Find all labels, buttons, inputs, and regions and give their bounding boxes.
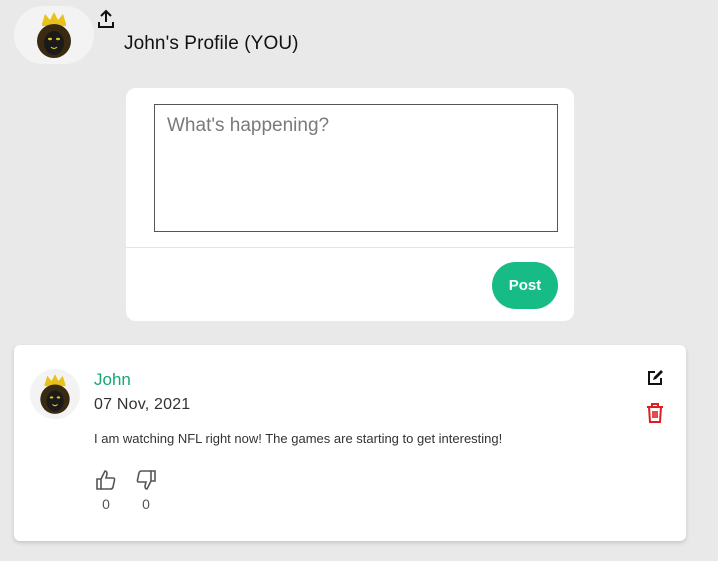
post-button[interactable]: Post — [492, 262, 558, 309]
page-title: John's Profile (YOU) — [124, 33, 299, 54]
post-author-avatar — [30, 369, 80, 419]
thumbs-down-icon[interactable] — [135, 469, 157, 491]
composer-divider — [126, 247, 574, 248]
upload-icon[interactable] — [96, 9, 116, 29]
trash-icon[interactable] — [645, 402, 665, 424]
post-composer: Post — [126, 88, 574, 321]
lion-avatar-icon — [37, 12, 71, 58]
post-card: John 07 Nov, 2021 I am watching NFL righ… — [14, 345, 686, 541]
post-input[interactable] — [154, 104, 558, 232]
thumbs-up-icon[interactable] — [95, 469, 117, 491]
post-author[interactable]: John — [94, 370, 131, 390]
edit-icon[interactable] — [646, 369, 664, 387]
dislike-count: 0 — [142, 496, 150, 512]
post-date: 07 Nov, 2021 — [94, 396, 191, 413]
profile-avatar — [14, 6, 94, 64]
like-count: 0 — [102, 496, 110, 512]
lion-avatar-icon — [40, 374, 70, 414]
post-text: I am watching NFL right now! The games a… — [94, 431, 503, 446]
